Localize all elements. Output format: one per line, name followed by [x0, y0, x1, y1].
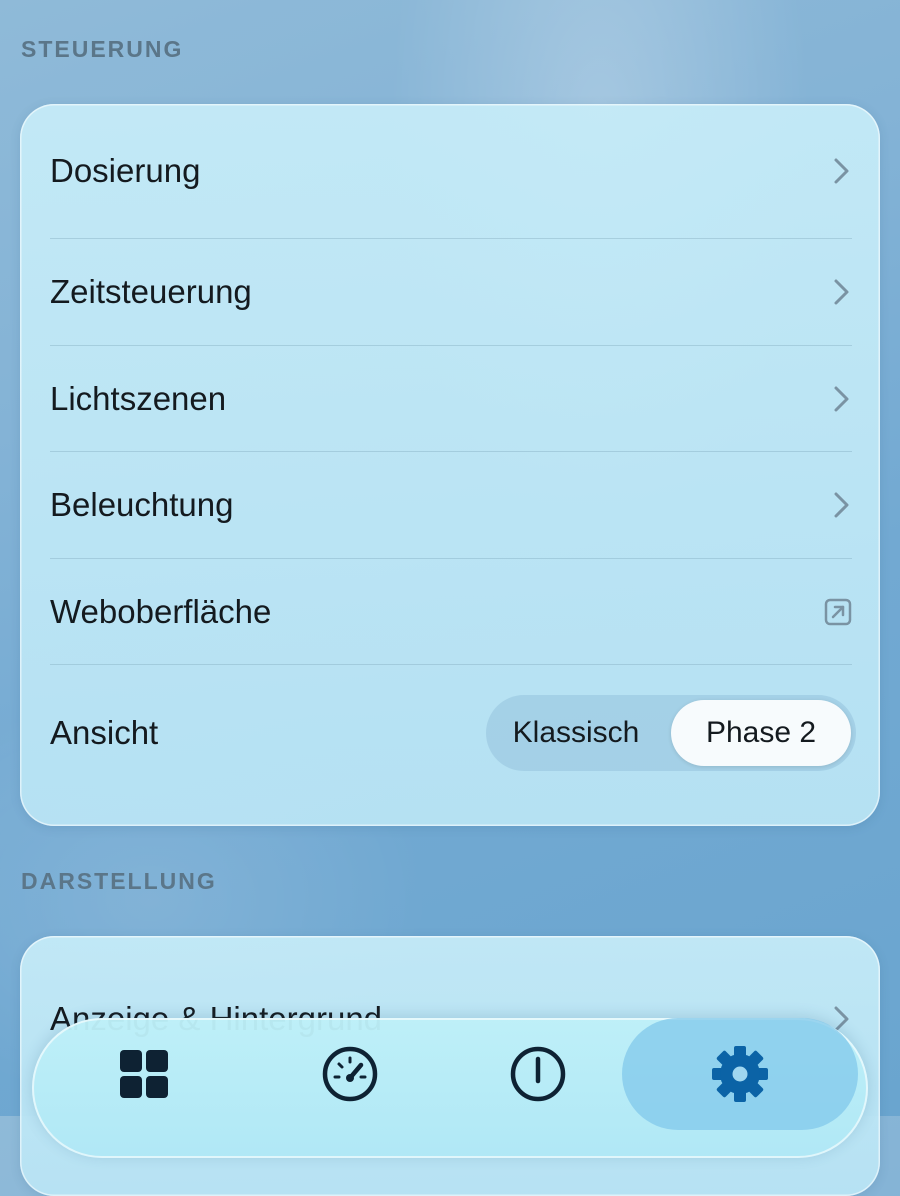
- gauge-icon: [322, 1046, 378, 1102]
- row-label-weboberflaeche: Weboberfläche: [50, 593, 272, 630]
- steuerung-card: Dosierung Zeitsteuerung Lichtszenen Bele…: [20, 104, 880, 826]
- segment-phase-2[interactable]: Phase 2: [671, 700, 851, 766]
- section-header-steuerung: STEUERUNG: [21, 36, 184, 62]
- tab-bar: [32, 1018, 868, 1158]
- row-beleuchtung[interactable]: Beleuchtung: [50, 452, 852, 558]
- grid-icon: [120, 1050, 168, 1098]
- section-header-darstellung: DARSTELLUNG: [21, 868, 217, 894]
- chevron-right-icon: [834, 492, 849, 518]
- row-dosierung[interactable]: Dosierung: [50, 104, 852, 238]
- row-label-ansicht: Ansicht: [50, 714, 159, 751]
- view-segmented-control: Klassisch Phase 2: [486, 695, 856, 771]
- row-label-beleuchtung: Beleuchtung: [50, 486, 234, 523]
- row-lichtszenen[interactable]: Lichtszenen: [50, 346, 852, 452]
- row-weboberflaeche[interactable]: Weboberfläche: [50, 559, 852, 665]
- row-label-zeitsteuerung: Zeitsteuerung: [50, 273, 252, 310]
- tab-dashboard[interactable]: [44, 1018, 244, 1130]
- segment-klassisch[interactable]: Klassisch: [486, 695, 666, 771]
- row-label-dosierung: Dosierung: [50, 152, 201, 189]
- chevron-right-icon: [834, 158, 849, 184]
- power-icon: [510, 1046, 566, 1102]
- external-link-icon: [824, 598, 852, 626]
- row-ansicht: Ansicht Klassisch Phase 2: [50, 665, 856, 801]
- chevron-right-icon: [834, 386, 849, 412]
- tab-settings[interactable]: [622, 1018, 858, 1130]
- tab-power[interactable]: [438, 1018, 638, 1130]
- row-zeitsteuerung[interactable]: Zeitsteuerung: [50, 239, 852, 345]
- chevron-right-icon: [834, 279, 849, 305]
- gear-icon: [712, 1046, 768, 1102]
- tab-gauge[interactable]: [250, 1018, 450, 1130]
- row-label-lichtszenen: Lichtszenen: [50, 380, 227, 417]
